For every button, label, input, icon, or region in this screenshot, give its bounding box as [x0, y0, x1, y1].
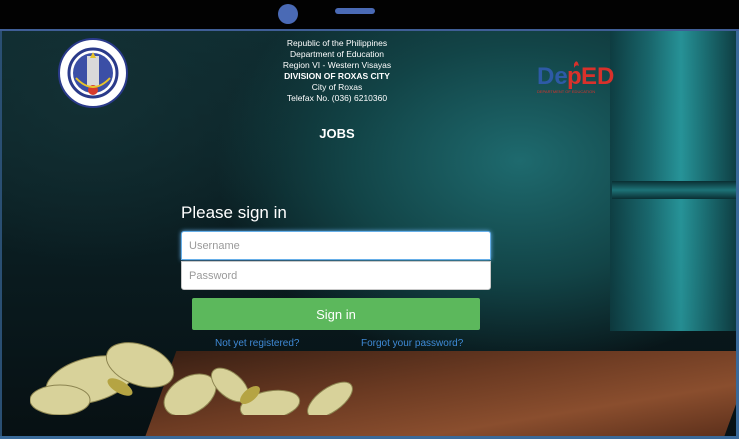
svg-text:ED: ED [581, 63, 614, 90]
deped-brand-logo: De p ED DEPARTMENT OF EDUCATION [537, 61, 614, 94]
svg-text:De: De [537, 63, 568, 90]
deped-seal-logo [58, 38, 128, 108]
speaker-slot-icon [335, 8, 375, 14]
flowers-decoration [30, 342, 353, 415]
header-telefax: Telefax No. (036) 6210360 [286, 93, 388, 103]
signin-heading: Please sign in [181, 203, 287, 222]
device-top-bar [0, 0, 739, 30]
office-header: Republic of the Philippines Department o… [230, 38, 444, 104]
register-link[interactable]: Not yet registered? [215, 338, 300, 349]
camera-dot-icon [278, 4, 298, 24]
header-country: Republic of the Philippines [286, 38, 388, 48]
header-city: City of Roxas [311, 82, 363, 92]
password-input[interactable] [181, 261, 491, 290]
username-input[interactable] [181, 231, 491, 260]
header-division: DIVISION OF ROXAS CITY [284, 71, 390, 81]
header-region: Region VI - Western Visayas [282, 60, 392, 70]
page-title: JOBS [319, 126, 355, 141]
signin-button[interactable]: Sign in [192, 298, 480, 330]
header-department: Department of Education [289, 49, 385, 59]
leather-chair-fold [612, 181, 739, 199]
frame-border-left [0, 31, 2, 439]
deped-logo-subtitle: DEPARTMENT OF EDUCATION [537, 89, 595, 94]
forgot-password-link[interactable]: Forgot your password? [361, 338, 463, 349]
